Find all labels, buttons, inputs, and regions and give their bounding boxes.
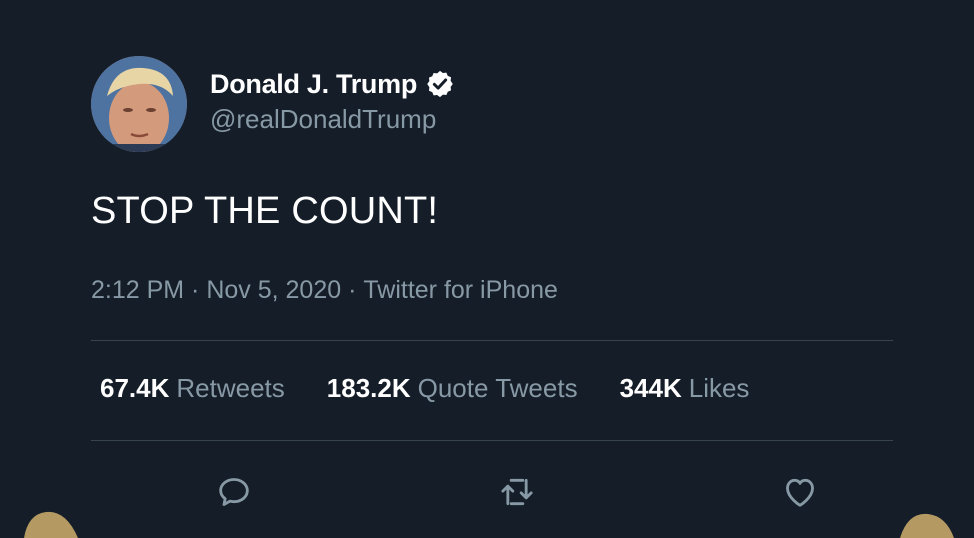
tweet-card: Donald J. Trump @realDonaldTrump STOP TH…	[0, 0, 974, 538]
stat-label: Retweets	[176, 373, 285, 403]
stat-count: 344K	[619, 373, 682, 403]
tweet-meta: 2:12 PM · Nov 5, 2020 · Twitter for iPho…	[91, 276, 558, 305]
reply-button[interactable]	[214, 472, 254, 512]
stat-count: 183.2K	[326, 373, 411, 403]
retweet-icon	[501, 478, 533, 506]
like-button[interactable]	[780, 472, 820, 512]
meta-separator: ·	[184, 276, 207, 304]
user-handle[interactable]: @realDonaldTrump	[210, 104, 436, 135]
verified-badge-icon	[425, 69, 455, 99]
stat-likes[interactable]: 344K Likes	[620, 373, 750, 404]
corner-decoration	[24, 511, 78, 538]
retweet-button[interactable]	[497, 472, 537, 512]
corner-decoration	[900, 513, 954, 538]
reply-icon	[219, 478, 249, 506]
divider	[91, 340, 893, 341]
tweet-text: STOP THE COUNT!	[91, 190, 439, 232]
heart-icon	[786, 478, 814, 507]
engagement-stats: 67.4K Retweets 183.2K Quote Tweets 344K Lik…	[100, 373, 791, 404]
tweet-date[interactable]: Nov 5, 2020	[206, 276, 341, 305]
divider	[91, 440, 893, 441]
stat-retweets[interactable]: 67.4K Retweets	[100, 373, 285, 404]
action-bar	[0, 472, 974, 512]
avatar[interactable]	[91, 56, 187, 152]
stat-label: Quote Tweets	[417, 373, 578, 403]
display-name[interactable]: Donald J. Trump	[210, 69, 417, 100]
stat-label: Likes	[688, 373, 750, 403]
stat-quote-tweets[interactable]: 183.2K Quote Tweets	[327, 373, 578, 404]
stat-count: 67.4K	[100, 373, 170, 403]
tweet-source[interactable]: Twitter for iPhone	[363, 276, 558, 305]
tweet-time[interactable]: 2:12 PM	[91, 276, 184, 305]
name-row: Donald J. Trump	[210, 66, 455, 102]
meta-separator: ·	[341, 276, 364, 304]
